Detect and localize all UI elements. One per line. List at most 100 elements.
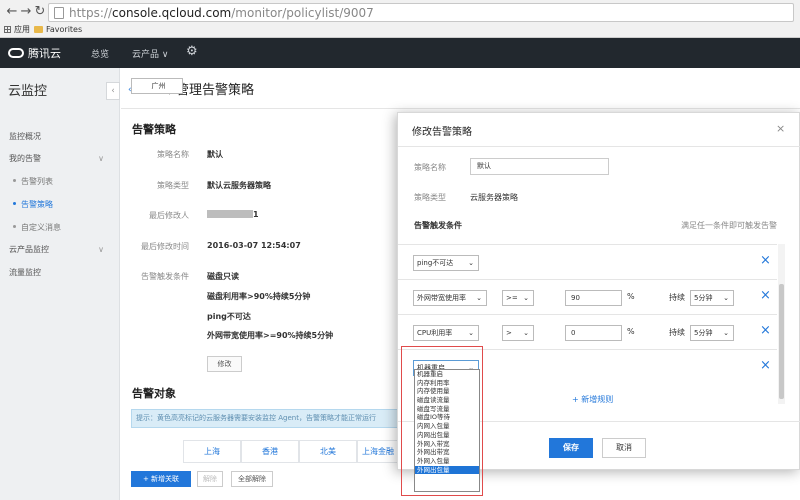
sidebar: 云监控 ‹ 监控概况 我的告警 ∨ 告警列表 告警策略 自定义消息 云产品监控 ∨ … bbox=[0, 68, 120, 500]
bookmark-apps[interactable]: 应用 bbox=[4, 23, 30, 37]
close-icon[interactable]: × bbox=[776, 122, 785, 135]
modtime-label: 最后修改时间 bbox=[141, 242, 189, 251]
tip-banner: 提示：黄色高亮标记的云服务器需要安装监控 Agent，告警策略才能正常运行 bbox=[131, 409, 399, 428]
divider bbox=[121, 108, 800, 109]
policy-type-value: 默认云服务器策略 bbox=[207, 181, 271, 190]
policy-name-input[interactable]: 默认 bbox=[470, 158, 609, 175]
browser-chrome: ← → ↻ https://console.qcloud.com/monitor… bbox=[0, 0, 800, 38]
chevron-down-icon: ∨ bbox=[98, 154, 104, 163]
gear-icon[interactable]: ⚙ bbox=[186, 44, 198, 59]
chevron-down-icon: ⌄ bbox=[723, 294, 729, 302]
sidebar-item-custom-message[interactable]: 自定义消息 bbox=[0, 218, 120, 238]
chevron-down-icon: ⌄ bbox=[723, 329, 729, 337]
edit-policy-button[interactable]: 修改 bbox=[207, 356, 242, 372]
save-button[interactable]: 保存 bbox=[549, 438, 593, 458]
bullet-icon bbox=[13, 202, 16, 205]
rule-row: ping不可达 ⌄ × bbox=[398, 245, 777, 280]
redacted-block bbox=[207, 210, 253, 218]
trigger-item: 磁盘利用率>90%持续5分钟 bbox=[207, 292, 311, 301]
remove-rule-icon[interactable]: × bbox=[760, 358, 771, 373]
scrollbar[interactable] bbox=[778, 244, 785, 404]
url-text: https://console.qcloud.com/monitor/polic… bbox=[69, 6, 374, 20]
sidebar-title: 云监控 bbox=[8, 84, 48, 99]
policy-type-label: 策略类型 bbox=[157, 181, 189, 190]
modtime-value: 2016-03-07 12:54:07 bbox=[207, 241, 301, 250]
divider bbox=[398, 146, 800, 147]
threshold-input[interactable]: 0 bbox=[565, 325, 622, 341]
chevron-down-icon: ⌄ bbox=[468, 259, 474, 267]
region-tab-hongkong[interactable]: 香港 bbox=[241, 440, 299, 463]
metric-select[interactable]: CPU利用率 ⌄ bbox=[413, 325, 479, 341]
policy-name-label: 策略名称 bbox=[157, 150, 189, 159]
metric-select[interactable]: ping不可达 ⌄ bbox=[413, 255, 479, 271]
cloud-logo-icon bbox=[8, 48, 24, 58]
trigger-item: 磁盘只读 bbox=[207, 272, 239, 281]
folder-icon bbox=[34, 26, 43, 33]
scrollbar-thumb[interactable] bbox=[779, 284, 784, 399]
chevron-down-icon: ⌄ bbox=[476, 294, 482, 302]
region-tab-shanghai-finance[interactable]: 上海金融 bbox=[357, 440, 399, 463]
highlight-annotation-box bbox=[401, 346, 483, 496]
nav-products[interactable]: 云产品 ∨ bbox=[132, 47, 168, 60]
sidebar-item-my-alarms[interactable]: 我的告警 ∨ bbox=[0, 149, 120, 169]
trigger-label: 告警触发条件 bbox=[141, 272, 189, 281]
region-tab-guangzhou[interactable]: 广州 bbox=[131, 78, 183, 94]
sidebar-item-overview[interactable]: 监控概况 bbox=[0, 127, 120, 147]
policy-section-title: 告警策略 bbox=[132, 123, 176, 136]
remove-rule-icon[interactable]: × bbox=[760, 288, 771, 303]
duration-label: 持续 bbox=[669, 293, 685, 302]
sidebar-item-traffic-monitor[interactable]: 流量监控 bbox=[0, 263, 120, 283]
unit-label: % bbox=[627, 327, 635, 336]
remove-rule-icon[interactable]: × bbox=[760, 323, 771, 338]
policy-name-value: 默认 bbox=[207, 150, 223, 159]
modal-type-value: 云服务器策略 bbox=[470, 193, 518, 202]
page-title: 管理告警策略 bbox=[176, 83, 255, 98]
metric-select[interactable]: 外网带宽使用率 ⌄ bbox=[413, 290, 487, 306]
chevron-down-icon: ∨ bbox=[98, 245, 104, 254]
brand-logo[interactable]: 腾讯云 bbox=[8, 45, 61, 61]
operator-select[interactable]: > ⌄ bbox=[502, 325, 534, 341]
remove-button[interactable]: 解除 bbox=[197, 471, 223, 487]
rule-row: CPU利用率 ⌄ > ⌄ 0 % 持续 5分钟 ⌄ × bbox=[398, 315, 777, 350]
duration-select[interactable]: 5分钟 ⌄ bbox=[690, 325, 734, 341]
add-rule-link[interactable]: + 新增规则 bbox=[572, 394, 613, 405]
region-tab-shanghai[interactable]: 上海 bbox=[183, 440, 241, 463]
region-tab-north-america[interactable]: 北美 bbox=[299, 440, 357, 463]
duration-select[interactable]: 5分钟 ⌄ bbox=[690, 290, 734, 306]
duration-label: 持续 bbox=[669, 328, 685, 337]
sidebar-item-alarm-list[interactable]: 告警列表 bbox=[0, 172, 120, 192]
remove-all-button[interactable]: 全部解除 bbox=[231, 471, 273, 487]
add-association-button[interactable]: + 新增关联 bbox=[131, 471, 191, 487]
sidebar-item-alarm-policy[interactable]: 告警策略 bbox=[0, 195, 120, 215]
objects-section-title: 告警对象 bbox=[132, 387, 176, 400]
chevron-down-icon: ⌄ bbox=[468, 329, 474, 337]
rule-row: 外网带宽使用率 ⌄ >= ⌄ 90 % 持续 5分钟 ⌄ × bbox=[398, 280, 777, 315]
modal-title: 修改告警策略 bbox=[412, 127, 472, 138]
modifier-label: 最后修改人 bbox=[149, 211, 189, 220]
modal-name-label: 策略名称 bbox=[414, 163, 446, 172]
chevron-down-icon: ∨ bbox=[161, 50, 169, 60]
chevron-down-icon: ⌄ bbox=[523, 294, 529, 302]
bullet-icon bbox=[13, 179, 16, 182]
modal-type-label: 策略类型 bbox=[414, 193, 446, 202]
unit-label: % bbox=[627, 292, 635, 301]
remove-rule-icon[interactable]: × bbox=[760, 253, 771, 268]
collapse-sidebar-button[interactable]: ‹ bbox=[106, 82, 120, 100]
bookmark-favorites[interactable]: Favorites bbox=[34, 23, 82, 37]
cancel-button[interactable]: 取消 bbox=[602, 438, 646, 458]
conditions-title: 告警触发条件 bbox=[414, 221, 462, 230]
address-bar[interactable]: https://console.qcloud.com/monitor/polic… bbox=[48, 3, 794, 22]
modifier-value: 1 bbox=[207, 210, 259, 219]
chevron-down-icon: ⌄ bbox=[523, 329, 529, 337]
page-icon bbox=[54, 7, 64, 19]
operator-select[interactable]: >= ⌄ bbox=[502, 290, 534, 306]
trigger-item: 外网带宽使用率>=90%持续5分钟 bbox=[207, 331, 334, 340]
threshold-input[interactable]: 90 bbox=[565, 290, 622, 306]
top-navigation: 腾讯云 总览 云产品 ∨ ⚙ bbox=[0, 38, 800, 68]
conditions-note: 满足任一条件即可触发告警 bbox=[681, 221, 777, 230]
reload-icon[interactable]: ↻ bbox=[32, 4, 48, 20]
apps-grid-icon bbox=[4, 26, 11, 33]
nav-overview[interactable]: 总览 bbox=[91, 47, 109, 60]
sidebar-item-product-monitor[interactable]: 云产品监控 ∨ bbox=[0, 240, 120, 260]
trigger-item: ping不可达 bbox=[207, 312, 251, 321]
